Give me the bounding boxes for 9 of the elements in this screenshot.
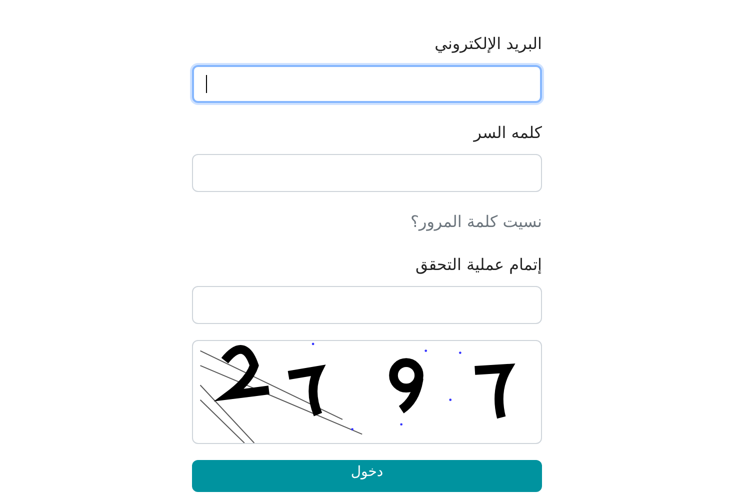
forgot-password-link[interactable]: نسيت كلمة المرور؟: [410, 212, 542, 231]
login-button[interactable]: دخول: [192, 460, 542, 492]
text-cursor: [206, 75, 207, 93]
captcha-input-field[interactable]: [192, 286, 542, 324]
field-label: إتمام عملية التحقق: [415, 255, 542, 274]
input-field[interactable]: [192, 154, 542, 192]
input-field[interactable]: [192, 65, 542, 103]
field-label: البريد الإلكتروني: [434, 34, 542, 53]
field-label: كلمه السر: [474, 123, 542, 142]
